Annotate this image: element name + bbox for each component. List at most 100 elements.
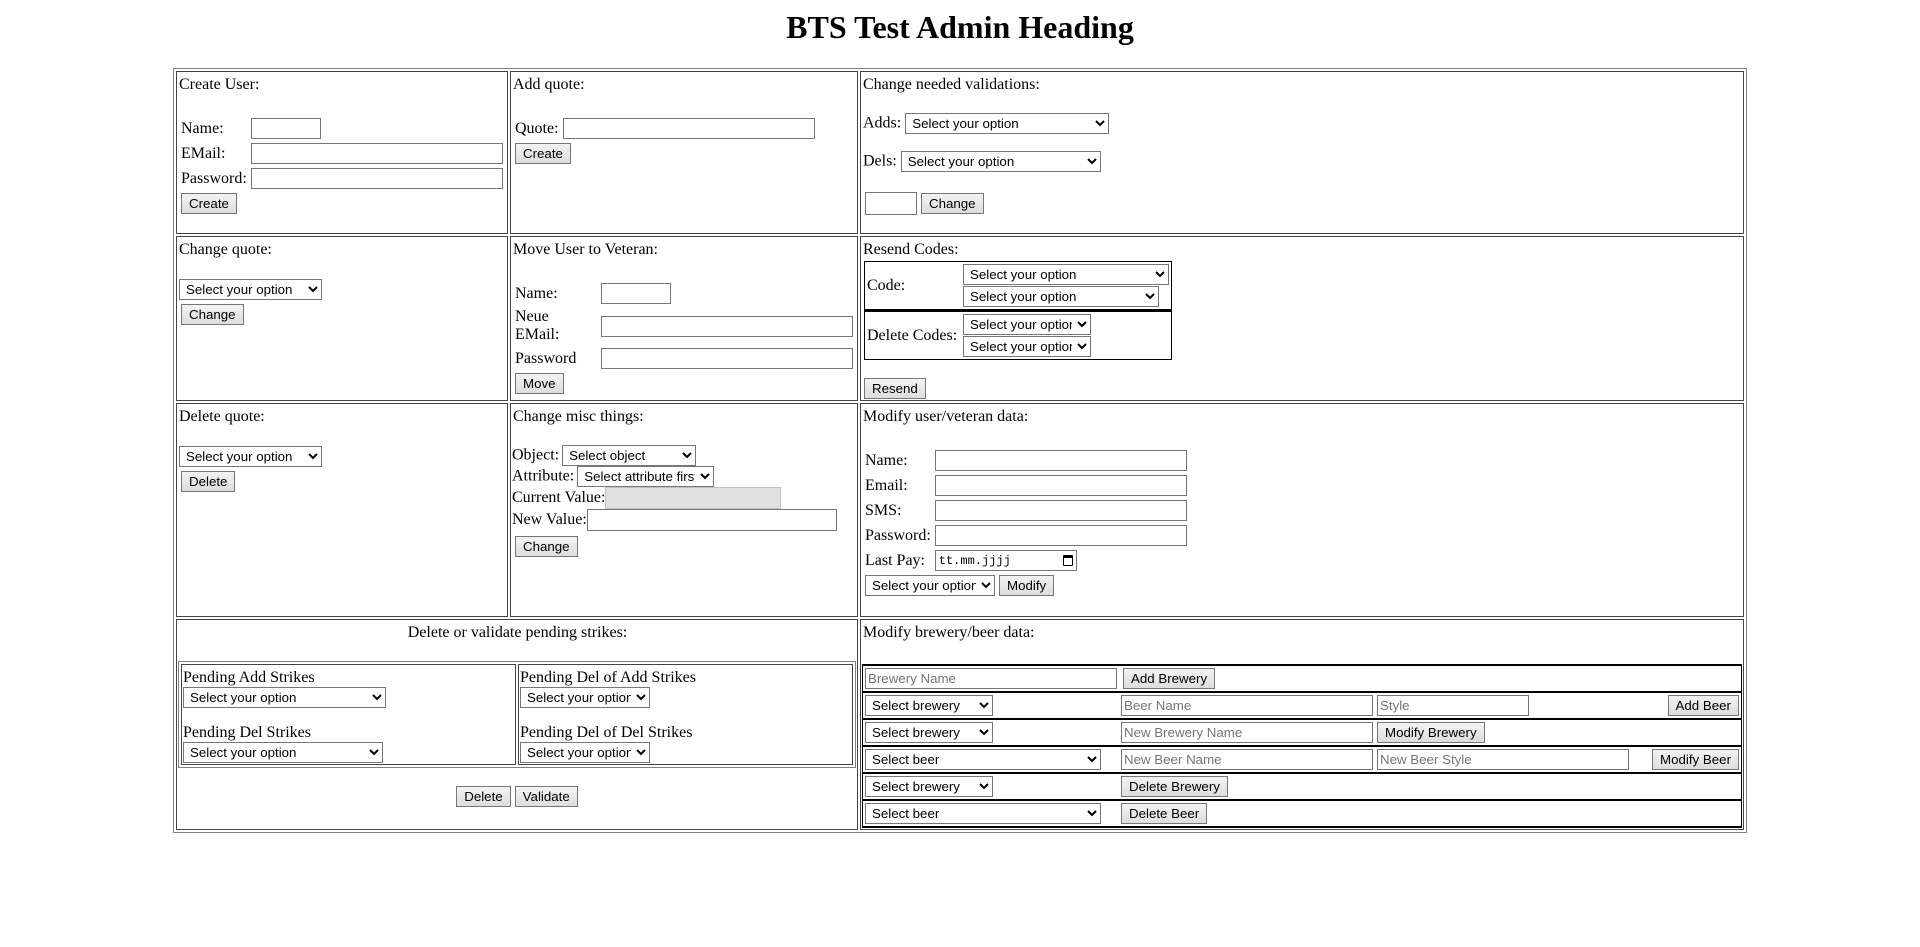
modify-user-password-label: Password: [865,526,931,544]
move-veteran-button[interactable]: Move [515,373,564,394]
delete-codes-label: Delete Codes: [864,309,961,360]
move-veteran-password-input[interactable] [601,348,853,369]
change-quote-section: Change quote: Select your option Change [176,236,508,401]
delete-beer-button[interactable]: Delete Beer [1121,803,1208,824]
add-beer-button[interactable]: Add Beer [1667,695,1739,716]
delete-brewery-select[interactable]: Select brewery [865,776,993,797]
change-validations-button[interactable]: Change [921,193,984,214]
modify-user-lastpay-label: Last Pay: [865,551,925,569]
move-veteran-title: Move User to Veteran: [513,241,658,258]
add-brewery-button[interactable]: Add Brewery [1123,668,1216,689]
calendar-icon[interactable] [1062,555,1073,566]
pending-add-strikes-select[interactable]: Select your option [183,687,386,708]
delete-quote-section: Delete quote: Select your option Delete [176,403,508,617]
new-brewery-name-input[interactable] [1121,722,1373,743]
modify-user-password-input[interactable] [934,525,1187,546]
pending-del-del-strikes-label: Pending Del of Del Strikes [520,724,693,741]
move-veteran-name-label: Name: [515,284,558,302]
modify-brewery-select[interactable]: Select brewery [865,722,993,743]
create-user-password-label: Password: [181,169,247,187]
beer-name-input[interactable] [1121,695,1373,716]
new-beer-name-input[interactable] [1121,749,1373,770]
create-user-email-input[interactable] [250,143,503,164]
create-user-password-input[interactable] [250,168,503,189]
misc-change-button[interactable]: Change [515,536,578,557]
misc-new-value-input[interactable] [586,509,837,531]
validations-count-input[interactable] [865,192,917,215]
move-veteran-email-label: Neue EMail: [515,308,560,343]
resend-button[interactable]: Resend [864,378,926,399]
resend-codes-section: Resend Codes: Code: Select your option S… [860,236,1744,401]
beer-style-input[interactable] [1377,695,1529,716]
adds-select[interactable]: Select your option [905,113,1110,134]
delete-quote-title: Delete quote: [179,408,265,425]
misc-title: Change misc things: [513,408,644,425]
modify-user-title: Modify user/veteran data: [863,408,1029,425]
delete-beer-select[interactable]: Select beer [865,803,1101,824]
move-veteran-email-input[interactable] [601,315,853,337]
modify-user-email-input[interactable] [934,475,1187,496]
change-quote-button[interactable]: Change [181,304,244,325]
brewery-section: Modify brewery/beer data: Add Brewery Se… [860,619,1744,830]
create-user-name-input[interactable] [250,118,321,139]
create-user-title: Create User: [179,76,260,93]
delete-brewery-button[interactable]: Delete Brewery [1121,776,1228,797]
move-veteran-name-input[interactable] [601,283,671,304]
pending-del-strikes-label: Pending Del Strikes [183,724,311,741]
pending-del-add-strikes-select[interactable]: Select your option [520,687,650,708]
add-quote-label: Quote: [515,119,559,137]
modify-user-name-input[interactable] [934,450,1187,471]
strikes-delete-button[interactable]: Delete [456,786,511,807]
create-user-section: Create User: Name: EMail: Password: Crea… [176,71,508,234]
delete-code-select-1[interactable]: Select your option [963,314,1091,335]
pending-del-strikes-select[interactable]: Select your option [183,742,383,763]
strikes-table: Pending Add Strikes Select your option P… [178,661,856,768]
dels-label: Dels: [863,152,897,170]
modify-beer-button[interactable]: Modify Beer [1652,749,1739,770]
modify-beer-select[interactable]: Select beer [865,749,1101,770]
delete-code-select-2[interactable]: Select your option [963,336,1091,357]
modify-user-sms-label: SMS: [865,501,902,519]
add-quote-create-button[interactable]: Create [515,143,571,164]
modify-user-type-select[interactable]: Select your option [865,575,995,596]
misc-attribute-select[interactable]: Select attribute first [577,466,715,487]
change-quote-select[interactable]: Select your option [179,279,322,300]
modify-user-email-label: Email: [865,476,908,494]
misc-current-value-label: Current Value: [512,489,606,506]
add-beer-brewery-select[interactable]: Select brewery [865,695,993,716]
code-select-2[interactable]: Select your option [963,286,1159,307]
modify-brewery-button[interactable]: Modify Brewery [1377,722,1485,743]
misc-object-select[interactable]: Select object [562,445,697,466]
page-heading: BTS Test Admin Heading [786,9,1134,45]
change-validations-title: Change needed validations: [863,76,1040,93]
create-user-button[interactable]: Create [181,193,237,214]
dels-select[interactable]: Select your option [900,151,1101,172]
add-quote-form: Quote: Create [512,115,818,167]
modify-user-button[interactable]: Modify [999,575,1055,596]
adds-label: Adds: [863,114,902,132]
add-quote-input[interactable] [562,118,815,139]
code-select-1[interactable]: Select your option [963,264,1169,285]
modify-user-name-label: Name: [865,451,908,469]
resend-codes-title: Resend Codes: [863,241,959,258]
misc-current-value-input [605,487,782,509]
strikes-validate-button[interactable]: Validate [514,786,578,807]
pending-del-del-strikes-select[interactable]: Select your option [520,742,650,763]
strikes-title: Delete or validate pending strikes: [407,624,628,641]
modify-user-lastpay-input[interactable]: tt.mm.jjjj [934,550,1077,571]
strikes-section: Delete or validate pending strikes: Pend… [176,619,858,830]
brewery-name-input[interactable] [865,668,1117,689]
add-quote-section: Add quote: Quote: Create [510,71,858,234]
change-quote-title: Change quote: [179,241,272,258]
admin-layout-table: Create User: Name: EMail: Password: Crea… [173,68,1747,833]
new-beer-style-input[interactable] [1377,749,1629,770]
pending-del-add-strikes-label: Pending Del of Add Strikes [520,669,696,686]
resend-codes-table: Code: Select your option Select your opt… [864,261,1172,360]
modify-user-sms-input[interactable] [934,500,1187,521]
delete-quote-select[interactable]: Select your option [179,446,322,467]
delete-quote-button[interactable]: Delete [181,471,236,492]
misc-new-value-label: New Value: [512,511,587,528]
add-quote-title: Add quote: [513,76,585,93]
move-veteran-form: Name: Neue EMail: Password Move [512,280,856,397]
modify-user-section: Modify user/veteran data: Name: Email: S… [860,403,1744,617]
